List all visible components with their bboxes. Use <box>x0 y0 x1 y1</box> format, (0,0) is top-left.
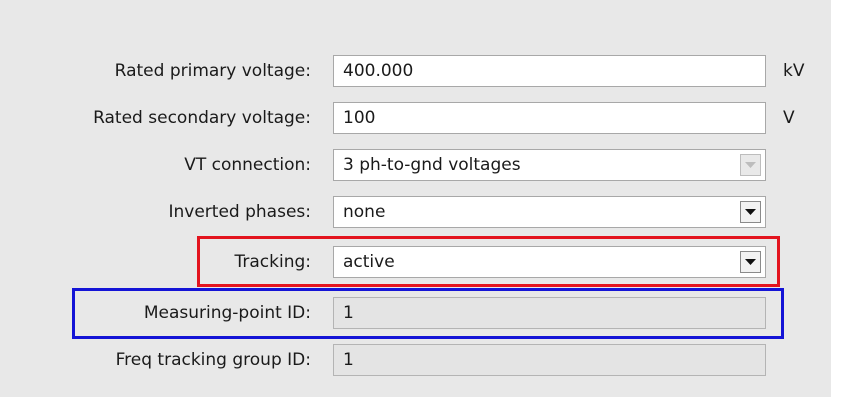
inverted-phases-label: Inverted phases: <box>168 202 312 222</box>
rated-secondary-voltage-unit: V <box>783 108 795 128</box>
inverted-phases-value: none <box>343 202 386 222</box>
rated-primary-voltage-input[interactable]: 400.000 <box>333 55 766 87</box>
tracking-highlight-box <box>197 236 780 287</box>
rated-primary-voltage-label: Rated primary voltage: <box>114 61 311 81</box>
freq-tracking-group-id-value: 1 <box>343 350 354 370</box>
row-rated-primary-voltage: Rated primary voltage: 400.000 kV <box>0 54 831 88</box>
vt-connection-label: VT connection: <box>184 155 311 175</box>
rated-secondary-voltage-label: Rated secondary voltage: <box>93 108 311 128</box>
chevron-down-icon <box>745 209 756 215</box>
inverted-phases-select[interactable]: none <box>333 196 766 228</box>
measuring-point-highlight-box <box>72 288 784 339</box>
row-inverted-phases: Inverted phases: none <box>0 195 831 229</box>
vt-connection-value: 3 ph-to-gnd voltages <box>343 155 521 175</box>
row-vt-connection: VT connection: 3 ph-to-gnd voltages <box>0 148 831 182</box>
row-freq-tracking-group-id: Freq tracking group ID: 1 <box>0 343 831 377</box>
vt-connection-select[interactable]: 3 ph-to-gnd voltages <box>333 149 766 181</box>
inverted-phases-dropdown-button[interactable] <box>740 201 761 223</box>
freq-tracking-group-id-input[interactable]: 1 <box>333 344 766 376</box>
rated-secondary-voltage-value: 100 <box>343 108 376 128</box>
chevron-down-icon <box>745 162 756 168</box>
freq-tracking-group-id-label: Freq tracking group ID: <box>115 350 311 370</box>
rated-primary-voltage-value: 400.000 <box>343 61 414 81</box>
row-rated-secondary-voltage: Rated secondary voltage: 100 V <box>0 101 831 135</box>
rated-secondary-voltage-input[interactable]: 100 <box>333 102 766 134</box>
vt-connection-dropdown-button[interactable] <box>740 154 761 176</box>
rated-primary-voltage-unit: kV <box>783 61 805 81</box>
